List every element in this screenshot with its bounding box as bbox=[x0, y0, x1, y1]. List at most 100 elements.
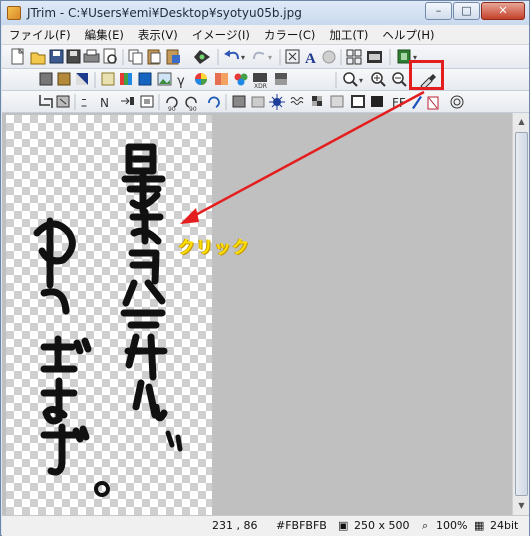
scroll-up-button[interactable]: ▲ bbox=[514, 114, 529, 130]
status-zoom: 100% bbox=[436, 519, 468, 532]
sepia-icon[interactable] bbox=[57, 72, 71, 86]
menu-file[interactable]: ファイル(F) bbox=[2, 27, 78, 43]
menu-color[interactable]: カラー(C) bbox=[257, 27, 323, 43]
copy-icon[interactable] bbox=[128, 49, 143, 65]
grayscale-icon[interactable] bbox=[39, 72, 53, 86]
contrast-icon[interactable] bbox=[138, 72, 152, 86]
hue-icon[interactable] bbox=[195, 73, 207, 85]
scroll-thumb[interactable] bbox=[515, 132, 528, 496]
levels-icon[interactable] bbox=[275, 73, 287, 85]
mosaic-icon[interactable] bbox=[312, 96, 322, 106]
capture-icon[interactable] bbox=[194, 50, 210, 64]
transparent-image[interactable] bbox=[6, 115, 212, 515]
clear-icon[interactable] bbox=[427, 96, 439, 110]
new-icon[interactable] bbox=[11, 47, 25, 65]
paste-icon[interactable] bbox=[147, 49, 161, 65]
status-bar: 231 , 86 #FBFBFB ▣ 250 x 500 ⌕ 100% ▦ 24… bbox=[2, 515, 529, 536]
svg-text:▾: ▾ bbox=[241, 53, 245, 62]
svg-text:90: 90 bbox=[189, 106, 197, 113]
zoom-menu-icon[interactable]: ▾ bbox=[343, 72, 363, 87]
crop-icon[interactable] bbox=[39, 95, 53, 108]
zoom-in-icon[interactable] bbox=[371, 72, 386, 87]
image-icon[interactable] bbox=[157, 72, 172, 86]
spiral-icon[interactable] bbox=[450, 95, 464, 109]
scroll-down-button[interactable]: ▼ bbox=[514, 498, 529, 514]
paste-new-icon[interactable] bbox=[166, 49, 180, 65]
blur-icon[interactable] bbox=[330, 95, 344, 108]
tool-toolbar-icons: ﾆ N 90 90 FF bbox=[39, 94, 464, 113]
trim-icon[interactable] bbox=[121, 97, 134, 105]
canvas-icon[interactable] bbox=[140, 95, 154, 108]
xdr-icon[interactable]: XDR bbox=[253, 73, 267, 90]
preview-icon[interactable] bbox=[103, 48, 117, 64]
vertical-scrollbar[interactable]: ▲ ▼ bbox=[512, 113, 529, 515]
menu-bar: ファイル(F) 編集(E) 表示(V) イメージ(I) カラー(C) 加工(T)… bbox=[2, 25, 529, 45]
circle-icon[interactable] bbox=[322, 50, 336, 64]
status-color: #FBFBFB bbox=[276, 519, 327, 532]
menu-process[interactable]: 加工(T) bbox=[322, 27, 375, 43]
svg-text:▾: ▾ bbox=[268, 53, 272, 62]
status-depth: 24bit bbox=[490, 519, 519, 532]
rotate-right-90-icon[interactable]: 90 bbox=[185, 96, 197, 113]
saturation-icon[interactable] bbox=[215, 73, 228, 85]
sparkle-icon[interactable] bbox=[269, 94, 285, 110]
click-annotation-label: クリック bbox=[178, 238, 250, 258]
status-size-icon: ▣ bbox=[338, 519, 349, 532]
text-icon[interactable]: A bbox=[305, 51, 316, 67]
sharpen-icon[interactable] bbox=[371, 96, 383, 107]
redo-icon[interactable]: ▾ bbox=[253, 51, 272, 62]
svg-text:XDR: XDR bbox=[254, 83, 267, 90]
status-zoom-icon: ⌕ bbox=[422, 519, 429, 532]
calligraphy-artwork bbox=[33, 143, 183, 497]
resize-icon[interactable] bbox=[56, 95, 70, 108]
svg-text:FF: FF bbox=[392, 96, 406, 110]
color-balls-icon[interactable] bbox=[234, 73, 248, 86]
save-as-icon[interactable] bbox=[66, 49, 81, 64]
open-icon[interactable] bbox=[30, 52, 46, 65]
menu-edit[interactable]: 編集(E) bbox=[78, 27, 131, 43]
save-icon[interactable] bbox=[49, 49, 64, 64]
menu-view[interactable]: 表示(V) bbox=[131, 27, 185, 43]
main-toolbar-icons: ▾ ▾ A ▾ bbox=[11, 47, 417, 67]
zoom-out-icon[interactable] bbox=[392, 72, 407, 87]
film-icon[interactable] bbox=[367, 51, 382, 63]
emboss-icon[interactable] bbox=[232, 95, 246, 108]
print-icon[interactable] bbox=[83, 49, 100, 63]
flip-horizontal-icon[interactable]: ﾆ bbox=[81, 96, 87, 110]
grid-icon[interactable] bbox=[346, 49, 362, 65]
minimize-button[interactable]: – bbox=[425, 2, 452, 20]
window-title: JTrim - C:¥Users¥emi¥Desktop¥syotyu05b.j… bbox=[27, 6, 302, 20]
status-size: 250 x 500 bbox=[354, 519, 410, 532]
maximize-button[interactable]: □ bbox=[453, 2, 480, 20]
color-toolbar: γ XDR ▾ bbox=[2, 69, 529, 91]
status-depth-icon: ▦ bbox=[474, 519, 485, 532]
close-button[interactable]: ✕ bbox=[481, 2, 525, 20]
pen-icon[interactable] bbox=[412, 96, 422, 109]
image-canvas[interactable] bbox=[2, 113, 512, 515]
status-coords: 231 , 86 bbox=[212, 519, 258, 532]
invert-icon[interactable] bbox=[76, 73, 88, 85]
gamma-icon[interactable]: γ bbox=[177, 74, 185, 89]
svg-text:N: N bbox=[100, 96, 109, 110]
svg-text:▾: ▾ bbox=[359, 76, 363, 85]
wave-icon[interactable] bbox=[290, 97, 304, 105]
brightness-icon[interactable] bbox=[101, 72, 115, 86]
color-toolbar-icons: γ XDR ▾ bbox=[39, 72, 436, 90]
shadow-icon[interactable] bbox=[251, 96, 265, 108]
frame-icon[interactable] bbox=[351, 95, 365, 108]
eyedropper-highlight bbox=[409, 60, 444, 90]
tool-toolbar: ﾆ N 90 90 FF bbox=[2, 91, 529, 113]
filter-icon[interactable]: FF bbox=[392, 96, 406, 110]
fit-icon[interactable] bbox=[285, 49, 300, 64]
undo-icon[interactable]: ▾ bbox=[224, 50, 245, 62]
menu-image[interactable]: イメージ(I) bbox=[185, 27, 257, 43]
rotate-left-90-icon[interactable]: 90 bbox=[166, 96, 178, 113]
jtrim-app-icon[interactable] bbox=[7, 6, 21, 20]
main-toolbar: ▾ ▾ A ▾ bbox=[2, 45, 529, 69]
menu-help[interactable]: ヘルプ(H) bbox=[375, 27, 441, 43]
rotate-free-icon[interactable] bbox=[208, 96, 220, 108]
flip-vertical-icon[interactable]: N bbox=[100, 96, 109, 110]
app-window: JTrim - C:¥Users¥emi¥Desktop¥syotyu05b.j… bbox=[0, 0, 530, 536]
rgb-icon[interactable] bbox=[120, 73, 132, 85]
svg-text:A: A bbox=[305, 51, 316, 67]
